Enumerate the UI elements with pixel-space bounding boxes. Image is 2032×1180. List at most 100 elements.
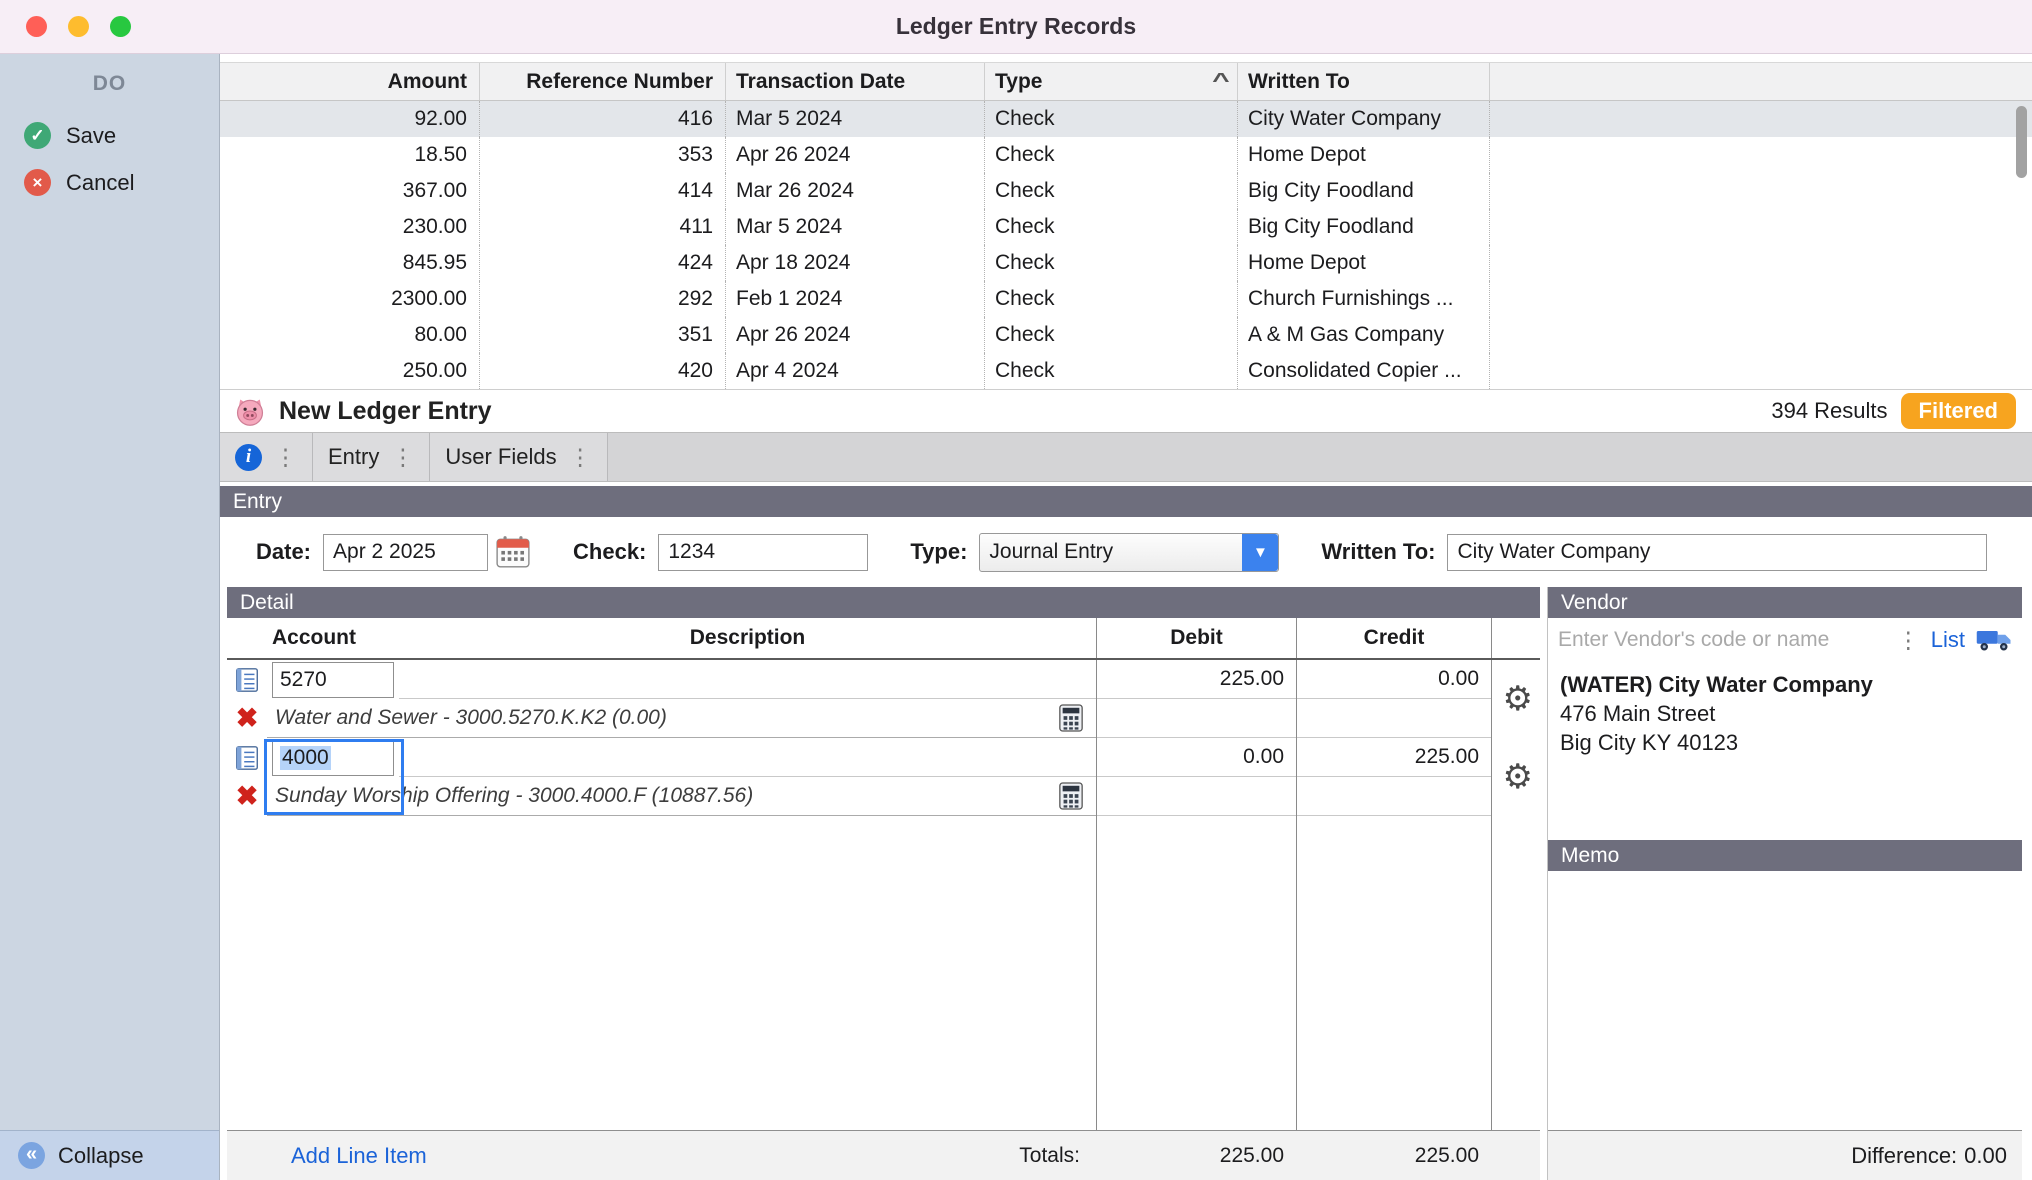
column-header-description: Description [689,626,806,649]
column-header-amount[interactable]: Amount [220,63,480,100]
truck-icon[interactable] [1976,627,2012,653]
do-sidebar-header: DO [92,72,127,95]
delete-line-button[interactable]: ✖ [227,777,267,816]
save-button-label: Save [66,122,117,148]
delete-line-button[interactable]: ✖ [227,699,267,738]
zoom-window-button[interactable] [110,16,131,37]
window-controls [26,16,131,37]
description-input[interactable] [399,660,1096,699]
column-header-type[interactable]: Type ^ [985,63,1238,100]
table-row[interactable]: 845.95 424 Apr 18 2024 Check Home Depot [220,245,2032,281]
cell-date: Mar 26 2024 [726,173,985,209]
tab-info[interactable]: i ⋮ [220,433,313,481]
detail-body: 5270 225.00 0.00 ✖ Water and Sewer - 300… [227,660,1540,1130]
column-header-written-to[interactable]: Written To [1238,63,1490,100]
detail-empty-space [227,816,1540,1130]
piggy-bank-icon [234,395,266,427]
account-info-row: Water and Sewer - 3000.5270.K.K2 (0.00) [267,699,1096,738]
cancel-button[interactable]: × Cancel [0,159,219,206]
account-info-text: Water and Sewer - 3000.5270.K.K2 (0.00) [275,706,667,729]
calculator-icon[interactable] [1058,703,1084,733]
check-number-input[interactable] [658,533,869,571]
column-header-reference-number[interactable]: Reference Number [480,63,726,100]
cell-type: Check [985,173,1238,209]
table-row[interactable]: 230.00 411 Mar 5 2024 Check Big City Foo… [220,209,2032,245]
type-dropdown-value: Journal Entry [989,540,1114,563]
table-row[interactable]: 250.00 420 Apr 4 2024 Check Consolidated… [220,353,2032,389]
info-icon: i [235,443,262,471]
cancel-button-label: Cancel [66,169,135,195]
detail-section-title: Detail [240,590,294,614]
line-item-main-row: 5270 225.00 0.00 [227,660,1540,699]
type-label: Type: [910,539,968,564]
scrollbar-thumb[interactable] [2016,106,2027,178]
cell-amount: 18.50 [220,137,480,173]
table-row[interactable]: 367.00 414 Mar 26 2024 Check Big City Fo… [220,173,2032,209]
account-input-focused[interactable]: 4000 [272,739,394,776]
vendor-search-input[interactable] [1558,628,1886,652]
collapse-button-label: Collapse [58,1142,144,1168]
collapse-sidebar-button[interactable]: « Collapse [0,1130,219,1180]
credit-cell[interactable]: 225.00 [1296,738,1491,777]
type-dropdown[interactable]: Journal Entry ▼ [979,532,1280,572]
delete-x-icon: ✖ [235,703,259,733]
account-input[interactable]: 5270 [272,661,394,698]
add-line-item-container: Add Line Item [227,1143,607,1169]
gear-icon[interactable]: ⚙ [1503,682,1533,716]
ledger-account-icon[interactable] [227,660,267,699]
lower-area: Detail Account Description Debit Credit [220,587,2032,1180]
totals-credit: 225.00 [1414,1143,1479,1167]
debit-cell[interactable]: 0.00 [1096,738,1296,777]
vendor-list-link[interactable]: List [1931,627,1965,653]
gear-icon[interactable]: ⚙ [1503,760,1533,794]
column-header-account: Account [272,626,356,649]
collapse-chevrons-icon: « [18,1142,45,1169]
cell-reference: 353 [480,137,726,173]
cell-date: Apr 26 2024 [726,137,985,173]
line-item-sub-row: ✖ Water and Sewer - 3000.5270.K.K2 (0.00… [227,699,1540,738]
chevron-down-icon: ▼ [1242,533,1279,571]
add-line-item-button[interactable]: Add Line Item [291,1143,427,1168]
calendar-icon[interactable] [495,535,531,569]
table-row[interactable]: 18.50 353 Apr 26 2024 Check Home Depot [220,137,2032,173]
vendor-section-title: Vendor [1561,590,1628,614]
column-header-credit: Credit [1296,618,1491,658]
table-scrollbar[interactable] [2016,106,2027,384]
calculator-icon[interactable] [1058,781,1084,811]
written-to-input[interactable] [1447,533,1988,571]
account-info-row: Sunday Worship Offering - 3000.4000.F (1… [267,777,1096,816]
panel-gap [1540,587,1547,1180]
tab-user-fields[interactable]: User Fields ⋮ [430,433,608,481]
debit-cell[interactable]: 225.00 [1096,660,1296,699]
cell-reference: 416 [480,101,726,137]
cell-reference: 424 [480,245,726,281]
cancel-x-icon: × [24,169,51,196]
table-row-selected[interactable]: 92.00 416 Mar 5 2024 Check City Water Co… [220,101,2032,137]
cell-date: Mar 5 2024 [726,101,985,137]
table-row[interactable]: 80.00 351 Apr 26 2024 Check A & M Gas Co… [220,317,2032,353]
detail-column-headers: Account Description Debit Credit [227,618,1540,660]
cell-date: Mar 5 2024 [726,209,985,245]
credit-cell[interactable]: 0.00 [1296,660,1491,699]
main-area: Amount Reference Number Transaction Date… [220,54,2032,1180]
table-row[interactable]: 2300.00 292 Feb 1 2024 Check Church Furn… [220,281,2032,317]
minimize-window-button[interactable] [68,16,89,37]
vendor-menu-icon[interactable]: ⋮ [1897,627,1920,654]
tab-entry[interactable]: Entry ⋮ [313,433,431,481]
memo-input[interactable] [1548,871,2022,1130]
ledger-account-icon[interactable] [227,738,267,777]
cell-written-to: City Water Company [1238,101,1490,137]
window-title: Ledger Entry Records [895,13,1137,39]
save-button[interactable]: ✓ Save [0,112,219,159]
vendor-panel: Vendor ⋮ List [1547,587,2022,1180]
detail-section-header: Detail [227,587,1540,618]
date-input[interactable] [323,533,489,571]
column-header-transaction-date[interactable]: Transaction Date [726,63,985,100]
description-input[interactable] [399,738,1096,777]
save-check-icon: ✓ [24,122,51,149]
account-cell: 5270 [267,660,399,699]
close-window-button[interactable] [26,16,47,37]
filtered-badge[interactable]: Filtered [1900,393,2016,429]
cell-type: Check [985,281,1238,317]
